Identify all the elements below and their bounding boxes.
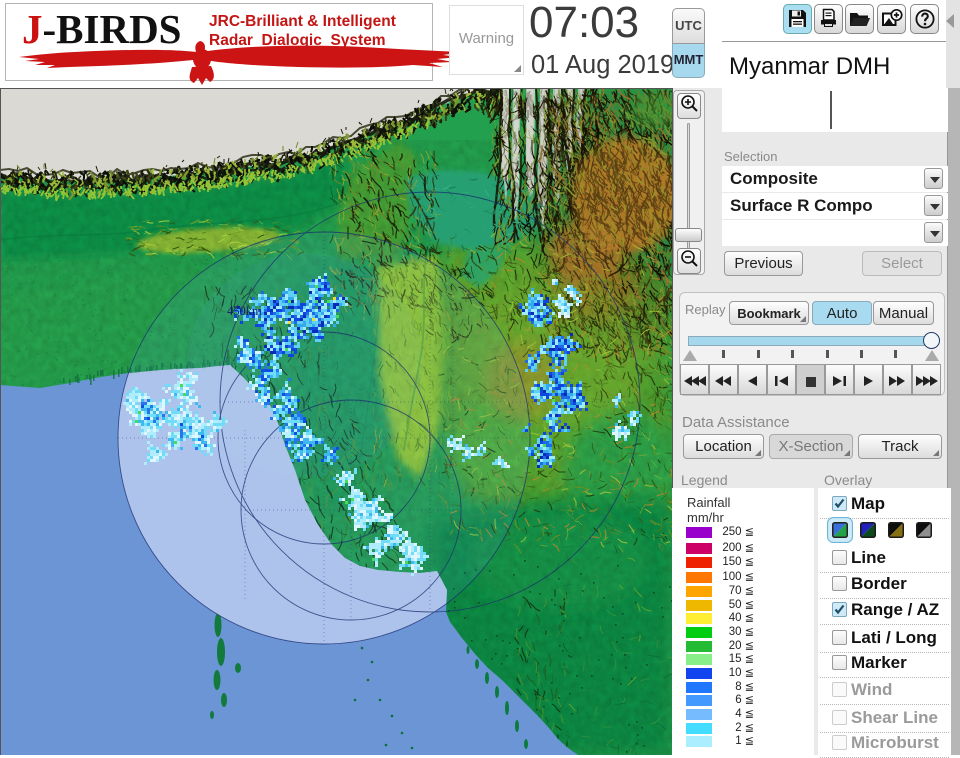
svg-text:450km: 450km <box>227 304 262 318</box>
